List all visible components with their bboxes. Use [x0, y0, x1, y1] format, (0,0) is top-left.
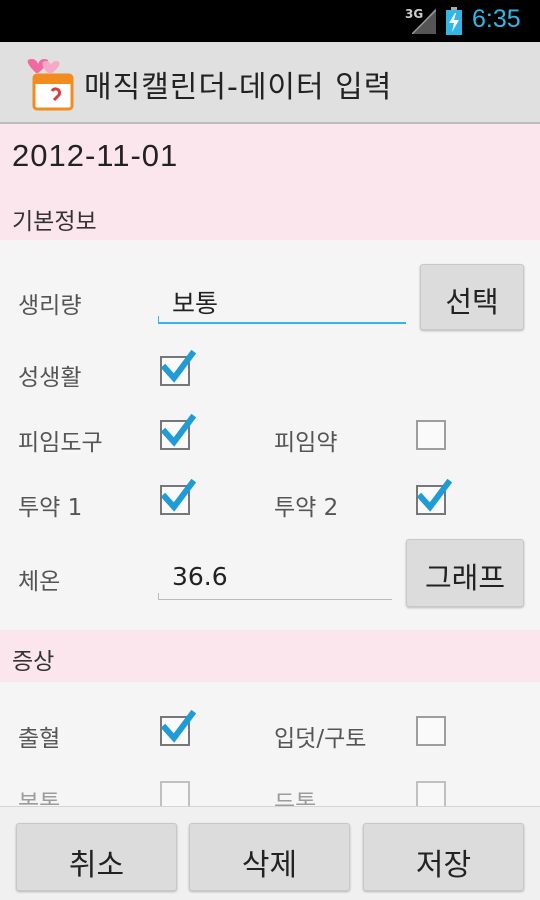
temperature-graph-button[interactable]: 그래프 — [406, 539, 524, 607]
calendar-hearts-icon[interactable] — [22, 57, 76, 111]
flow-value: 보통 — [172, 289, 219, 318]
selected-date: 2012-11-01 — [12, 138, 179, 173]
checkmark-icon — [160, 479, 196, 512]
headache-label: 두통 — [274, 791, 317, 806]
delete-button[interactable]: 삭제 — [189, 823, 350, 891]
sex-label: 성생활 — [18, 365, 82, 391]
action-bar: 매직캘린더-데이터 입력 — [0, 42, 540, 124]
temperature-value: 36.6 — [172, 562, 228, 591]
contraceptive-device-label: 피임도구 — [18, 430, 103, 456]
select-flow-button[interactable]: 선택 — [420, 264, 524, 330]
symptoms-section-title: 증상 — [12, 649, 55, 675]
contraceptive-pill-checkbox[interactable] — [416, 420, 446, 450]
headache-checkbox[interactable] — [416, 781, 446, 806]
checkmark-icon — [416, 479, 452, 512]
form-content[interactable]: 2012-11-01 기본정보 생리량 보통 선택 성생활 피임도구 피임약 투… — [0, 124, 540, 806]
app-title: 매직캘린더-데이터 입력 — [84, 70, 393, 105]
status-clock: 6:35 — [472, 5, 521, 33]
battery-charging-icon — [446, 7, 462, 35]
abdominal-pain-label: 복통 — [18, 791, 61, 806]
checkmark-icon — [160, 350, 196, 383]
nausea-label: 입덧/구토 — [274, 726, 367, 752]
contraceptive-device-checkbox[interactable] — [160, 414, 196, 450]
status-bar: 3G 6:35 — [0, 0, 540, 42]
temperature-label: 체온 — [18, 569, 61, 595]
medication1-label: 투약 1 — [18, 495, 83, 521]
nausea-checkbox[interactable] — [416, 716, 446, 746]
checkmark-icon — [160, 414, 196, 447]
symptoms-header: 증상 — [0, 630, 540, 682]
bottom-action-bar: 취소 삭제 저장 — [0, 806, 540, 900]
temperature-input[interactable]: 36.6 — [158, 550, 392, 600]
flow-input[interactable]: 보통 — [158, 274, 406, 324]
abdominal-pain-checkbox[interactable] — [160, 781, 190, 806]
bleeding-label: 출혈 — [18, 726, 61, 752]
save-button[interactable]: 저장 — [363, 823, 524, 891]
medication2-checkbox[interactable] — [416, 479, 452, 515]
cancel-button[interactable]: 취소 — [16, 823, 177, 891]
sex-checkbox[interactable] — [160, 350, 196, 386]
date-header: 2012-11-01 기본정보 — [0, 124, 540, 240]
medication2-label: 투약 2 — [274, 495, 339, 521]
bleeding-checkbox[interactable] — [160, 710, 196, 746]
basic-info-section-title: 기본정보 — [12, 209, 97, 235]
signal-icon — [412, 8, 436, 34]
medication1-checkbox[interactable] — [160, 479, 196, 515]
flow-label: 생리량 — [18, 293, 82, 319]
checkmark-icon — [160, 710, 196, 743]
contraceptive-pill-label: 피임약 — [274, 430, 338, 456]
